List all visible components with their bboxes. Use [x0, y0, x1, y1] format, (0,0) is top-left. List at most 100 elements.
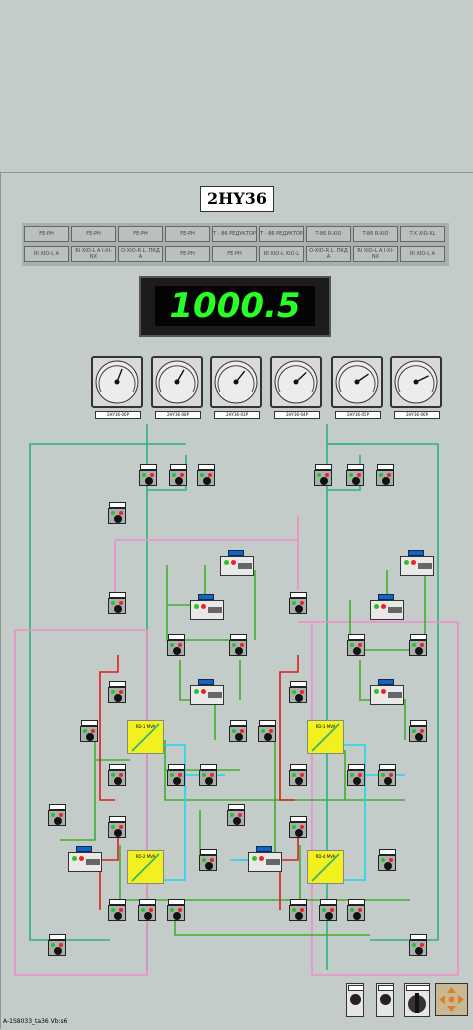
status-lamp-green-icon	[379, 473, 383, 477]
status-lamp-red-icon	[381, 689, 386, 694]
switch-tag	[348, 899, 365, 905]
bottom-key-control-2[interactable]	[376, 983, 394, 1017]
selector-switch[interactable]	[197, 470, 215, 486]
selector-switch[interactable]	[199, 770, 217, 786]
selector-switch[interactable]	[227, 810, 245, 826]
selector-switch[interactable]	[48, 940, 66, 956]
motor-valve-indicator[interactable]	[400, 556, 434, 576]
motor-valve-indicator[interactable]	[190, 600, 224, 620]
selector-switch[interactable]	[258, 726, 276, 742]
selector-switch[interactable]	[167, 770, 185, 786]
selector-switch[interactable]	[289, 687, 307, 703]
selector-switch[interactable]	[48, 810, 66, 826]
switch-tag	[315, 464, 332, 470]
status-lamp-green-icon	[232, 643, 236, 647]
selector-switch[interactable]	[409, 940, 427, 956]
status-lamp-green-icon	[292, 908, 296, 912]
switch-tag	[290, 764, 307, 770]
selector-switch[interactable]	[409, 640, 427, 656]
selector-switch[interactable]	[108, 687, 126, 703]
mode-selector[interactable]	[404, 983, 430, 1017]
selector-switch[interactable]	[314, 470, 332, 486]
selector-switch[interactable]	[108, 822, 126, 838]
valve-status-tag	[408, 550, 424, 556]
selector-switch[interactable]	[167, 640, 185, 656]
switch-tag	[348, 764, 365, 770]
status-lamp-green-icon	[412, 643, 416, 647]
two-position-selector-icon	[415, 947, 423, 955]
selector-switch[interactable]	[229, 640, 247, 656]
two-position-selector-icon	[384, 777, 392, 785]
selector-switch[interactable]	[409, 726, 427, 742]
two-position-selector-icon	[54, 817, 62, 825]
status-lamp-green-icon	[170, 773, 174, 777]
status-lamp-green-icon	[111, 825, 115, 829]
two-position-selector-icon	[54, 947, 62, 955]
two-position-selector-icon	[114, 515, 122, 523]
motor-valve-indicator[interactable]	[190, 685, 224, 705]
selector-switch[interactable]	[289, 822, 307, 838]
motor-valve-indicator[interactable]	[220, 556, 254, 576]
status-lamp-green-icon	[292, 825, 296, 829]
selector-switch[interactable]	[139, 470, 157, 486]
two-position-selector-icon	[264, 733, 272, 741]
selector-switch[interactable]	[289, 905, 307, 921]
status-lamp-green-icon	[51, 813, 55, 817]
switch-tag	[109, 899, 126, 905]
selector-switch[interactable]	[167, 905, 185, 921]
selector-switch[interactable]	[378, 770, 396, 786]
control-valve-block[interactable]: RD-4 MVA	[307, 850, 344, 884]
selector-switch[interactable]	[347, 640, 365, 656]
motor-valve-indicator[interactable]	[370, 600, 404, 620]
pipe-pink-upper	[115, 539, 299, 590]
bottom-key-control-1[interactable]	[346, 983, 364, 1017]
status-lamp-green-icon	[200, 473, 204, 477]
control-valve-block[interactable]: RD-2 MVA	[127, 850, 164, 884]
selector-switch[interactable]	[108, 905, 126, 921]
two-position-selector-icon	[114, 777, 122, 785]
selector-switch[interactable]	[169, 470, 187, 486]
switch-tag	[168, 764, 185, 770]
control-valve-block[interactable]: RD-3 MVA	[307, 720, 344, 754]
valve-status-tag	[256, 846, 272, 852]
selector-switch[interactable]	[199, 855, 217, 871]
selector-switch[interactable]	[289, 598, 307, 614]
control-valve-block[interactable]: RD-1 MVA	[127, 720, 164, 754]
motor-valve-indicator[interactable]	[68, 852, 102, 872]
selector-switch[interactable]	[376, 470, 394, 486]
selector-switch[interactable]	[347, 770, 365, 786]
switch-tag	[259, 720, 276, 726]
selector-switch[interactable]	[108, 598, 126, 614]
selector-switch[interactable]	[378, 855, 396, 871]
two-position-selector-icon	[295, 912, 303, 920]
two-position-selector-icon	[173, 912, 181, 920]
selector-switch[interactable]	[108, 770, 126, 786]
motor-valve-indicator[interactable]	[370, 685, 404, 705]
valve-bar-icon	[208, 607, 222, 613]
selector-switch[interactable]	[229, 726, 247, 742]
valve-status-tag	[378, 679, 394, 685]
selector-switch[interactable]	[347, 905, 365, 921]
status-lamp-green-icon	[194, 689, 199, 694]
selector-switch[interactable]	[319, 905, 337, 921]
two-position-selector-icon	[295, 829, 303, 837]
selector-switch[interactable]	[346, 470, 364, 486]
two-position-selector-icon	[86, 733, 94, 741]
status-lamp-green-icon	[111, 908, 115, 912]
selector-switch[interactable]	[80, 726, 98, 742]
status-lamp-green-icon	[292, 601, 296, 605]
valve-bar-icon	[86, 859, 100, 865]
navigation-button[interactable]	[435, 983, 468, 1016]
two-position-selector-icon	[145, 477, 153, 485]
switch-tag	[290, 681, 307, 687]
status-lamp-green-icon	[72, 856, 77, 861]
status-lamp-green-icon	[202, 858, 206, 862]
motor-valve-indicator[interactable]	[248, 852, 282, 872]
two-position-selector-icon	[295, 777, 303, 785]
selector-switch[interactable]	[108, 508, 126, 524]
status-lamp-green-icon	[374, 689, 379, 694]
selector-switch[interactable]	[138, 905, 156, 921]
status-lamp-red-icon	[381, 604, 386, 609]
status-lamp-green-icon	[322, 908, 326, 912]
selector-switch[interactable]	[289, 770, 307, 786]
